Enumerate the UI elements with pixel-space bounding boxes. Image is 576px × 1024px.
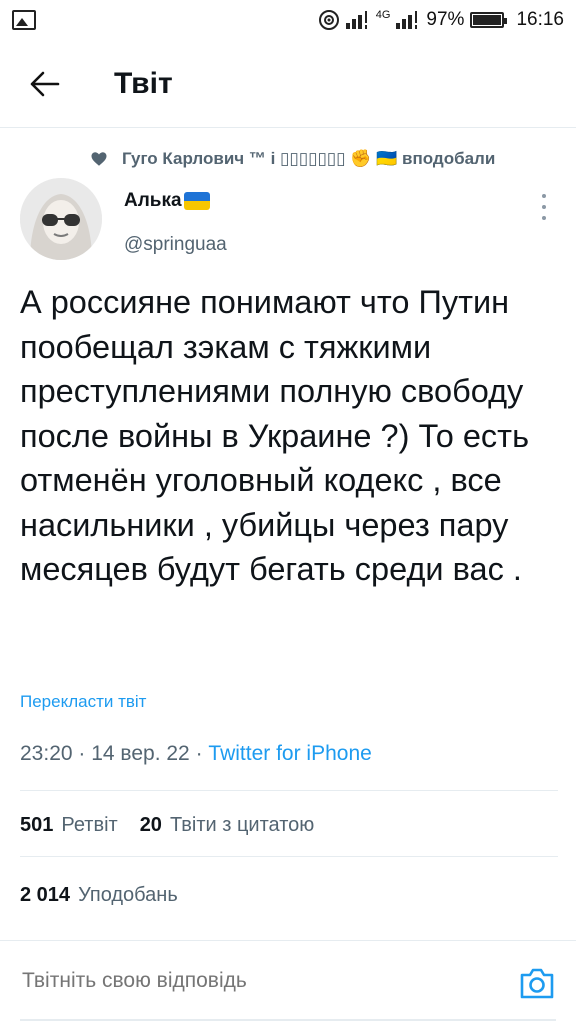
- quotes-count: 20: [139, 814, 162, 836]
- reply-underline: [20, 1019, 556, 1021]
- clock: 16:16: [516, 8, 564, 30]
- back-button[interactable]: [0, 40, 90, 128]
- back-arrow-icon: [30, 71, 60, 96]
- quotes-label: Твіти з цитатою: [169, 814, 315, 836]
- likes-count: 2 014: [20, 884, 71, 906]
- battery-icon: [470, 11, 508, 28]
- likes-stats: 2 014 Уподобань: [20, 884, 200, 907]
- wifi-icon: [318, 9, 339, 30]
- author-name[interactable]: Алька: [124, 190, 210, 212]
- tweet-text: А россияне понимают что Путин пообещал з…: [20, 284, 530, 587]
- social-context[interactable]: Гуго Карлович ™ і ▯▯▯▯▯▯▯ ✊ 🇺🇦 вподобали: [90, 146, 560, 172]
- avatar-image: [20, 178, 102, 260]
- tweet-time: 23:20: [20, 742, 73, 765]
- status-bar: 4G 97% 16:16: [0, 0, 576, 40]
- tweet-date: 14 вер. 22: [91, 742, 190, 765]
- reply-input[interactable]: [22, 969, 482, 993]
- meta-separator: ·: [189, 742, 209, 765]
- retweets-link[interactable]: 501 Ретвіт: [20, 814, 118, 837]
- quotes-link[interactable]: 20 Твіти з цитатою: [140, 814, 315, 837]
- retweets-label: Ретвіт: [61, 814, 118, 836]
- retweet-stats: 501 Ретвіт 20 Твіти з цитатою: [20, 814, 336, 837]
- retweets-count: 501: [20, 814, 54, 836]
- tweet-meta: 23:20 · 14 вер. 22 · Twitter for iPhone: [20, 742, 372, 766]
- page-title: Твіт: [114, 66, 173, 100]
- heart-icon: [91, 152, 107, 166]
- signal-icon: [345, 10, 367, 29]
- avatar[interactable]: [20, 178, 102, 260]
- camera-icon[interactable]: [518, 965, 556, 1001]
- ukraine-flag-icon: [183, 192, 210, 210]
- divider: [20, 856, 558, 857]
- network-type: 4G: [375, 8, 391, 21]
- gallery-icon: [12, 10, 36, 30]
- likes-link[interactable]: 2 014 Уподобань: [20, 884, 178, 907]
- meta-separator: ·: [72, 742, 92, 765]
- top-bar: Твіт: [0, 40, 576, 128]
- divider: [20, 790, 558, 791]
- author-handle[interactable]: @springuaa: [124, 234, 227, 256]
- social-context-text: Гуго Карлович ™ і ▯▯▯▯▯▯▯ ✊ 🇺🇦 вподобали: [122, 149, 496, 168]
- tweet-source-link[interactable]: Twitter for iPhone: [208, 742, 371, 765]
- translate-link[interactable]: Перекласти твіт: [20, 692, 146, 712]
- battery-percent: 97%: [426, 8, 465, 30]
- likes-label: Уподобань: [78, 884, 178, 906]
- more-icon[interactable]: [538, 194, 550, 220]
- signal-icon: [396, 10, 418, 29]
- reply-bar: [0, 940, 576, 1024]
